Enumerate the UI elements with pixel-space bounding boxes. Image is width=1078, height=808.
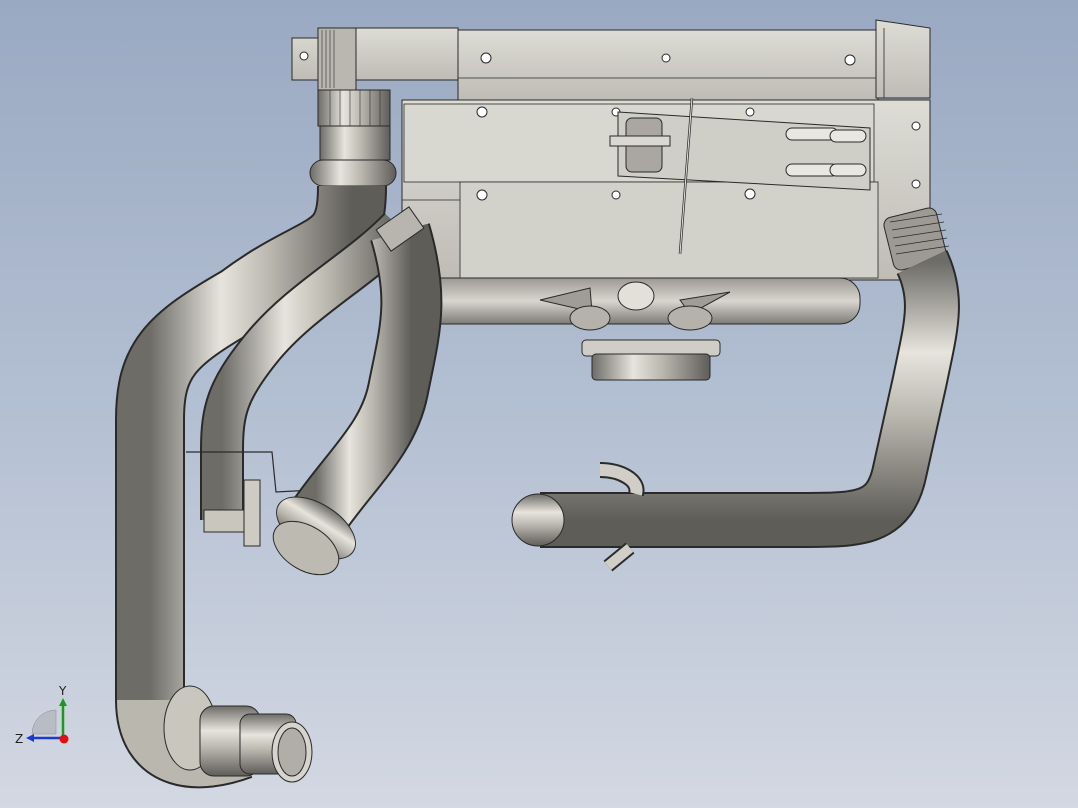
top-mounting-rail[interactable]: [291, 19, 931, 101]
y-axis-arrowhead: [59, 698, 67, 706]
cad-viewport[interactable]: [0, 0, 1078, 808]
right-pipe-branch-lower[interactable]: [603, 542, 635, 572]
x-axis-dot: [59, 734, 69, 744]
z-axis-arrowhead: [26, 734, 34, 742]
right-pipe-branch-upper[interactable]: [599, 462, 645, 497]
combustion-drum[interactable]: [419, 277, 861, 331]
triad-plane: [31, 709, 57, 735]
orientation-triad[interactable]: Y Z: [10, 682, 80, 752]
right-pipe-end-cap[interactable]: [511, 493, 565, 547]
air-intake-port[interactable]: [581, 339, 721, 381]
exhaust-outlet-coupling[interactable]: [163, 685, 313, 783]
y-axis-label: Y: [58, 684, 67, 698]
z-axis-label: Z: [15, 732, 23, 746]
